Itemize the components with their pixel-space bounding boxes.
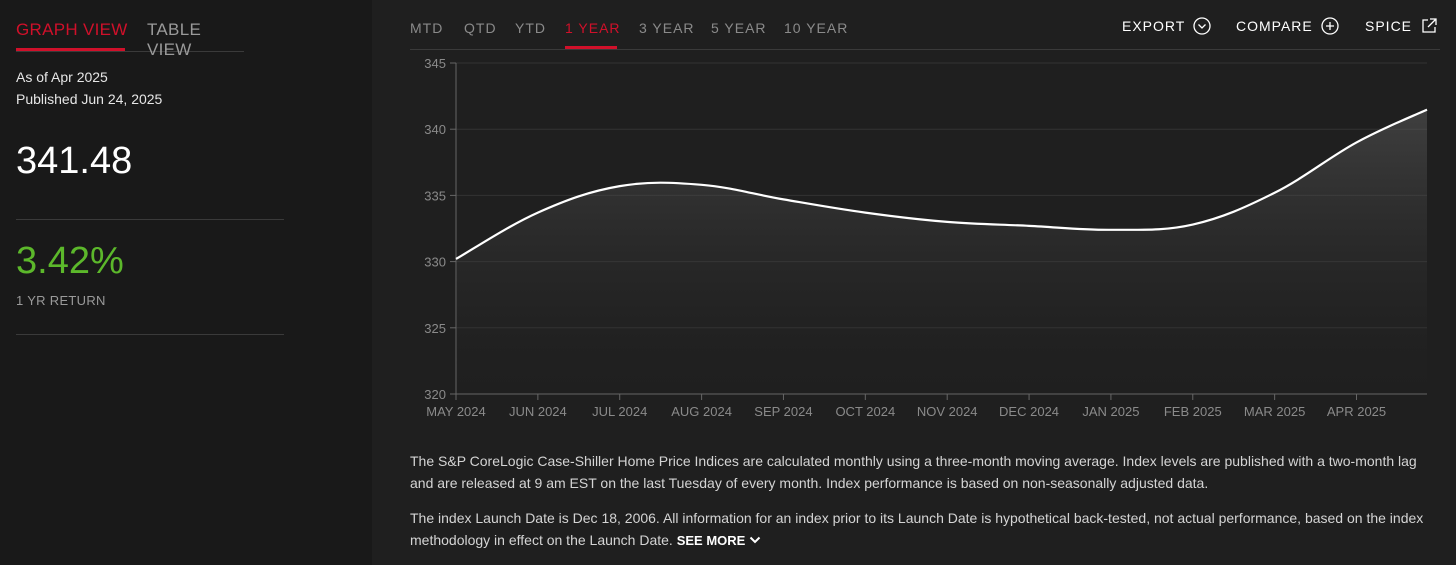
as-of-date: As of Apr 2025 bbox=[16, 69, 108, 85]
x-tick-label: MAR 2025 bbox=[1244, 404, 1305, 419]
x-tick-label: SEP 2024 bbox=[754, 404, 812, 419]
chevron-down-circle-icon bbox=[1193, 17, 1211, 35]
x-tick-label: JUN 2024 bbox=[509, 404, 567, 419]
x-tick-label: MAY 2024 bbox=[426, 404, 486, 419]
x-tick-label: NOV 2024 bbox=[917, 404, 978, 419]
export-button[interactable]: EXPORT bbox=[1122, 17, 1211, 35]
published-date: Published Jun 24, 2025 bbox=[16, 91, 163, 107]
spice-link[interactable]: SPICE bbox=[1365, 17, 1438, 35]
y-tick-label: 335 bbox=[424, 188, 446, 203]
active-tab-indicator bbox=[16, 48, 125, 51]
plus-circle-icon bbox=[1321, 17, 1339, 35]
price-chart: 320 325 330 335 340 345 MAY 2024 JUN 2024 JUL 20… bbox=[424, 56, 1428, 419]
y-tick-label: 345 bbox=[424, 56, 446, 71]
y-tick-label: 330 bbox=[424, 255, 446, 270]
x-tick-label: JUL 2024 bbox=[592, 404, 647, 419]
divider bbox=[16, 334, 284, 335]
sidebar: GRAPH VIEW TABLE VIEW As of Apr 2025 Pub… bbox=[0, 0, 372, 565]
x-tick-label: OCT 2024 bbox=[835, 404, 895, 419]
description-paragraph-1: The S&P CoreLogic Case-Shiller Home Pric… bbox=[410, 453, 1417, 491]
external-link-icon bbox=[1422, 18, 1437, 33]
y-tick-label: 320 bbox=[424, 387, 446, 402]
range-tab-ytd[interactable]: YTD bbox=[515, 20, 546, 36]
range-tab-5-year[interactable]: 5 YEAR bbox=[711, 20, 767, 36]
range-tab-3-year[interactable]: 3 YEAR bbox=[639, 20, 695, 36]
y-tick-label: 325 bbox=[424, 321, 446, 336]
see-more-link[interactable]: SEE MORE bbox=[677, 533, 761, 548]
tab-table-view[interactable]: TABLE VIEW bbox=[147, 20, 244, 60]
range-tab-mtd[interactable]: MTD bbox=[410, 20, 443, 36]
view-tabs: GRAPH VIEW TABLE VIEW bbox=[16, 18, 244, 59]
tab-graph-view[interactable]: GRAPH VIEW bbox=[16, 20, 128, 40]
range-tab-10-year[interactable]: 10 YEAR bbox=[784, 20, 848, 36]
spice-label: SPICE bbox=[1365, 18, 1413, 34]
x-tick-label: DEC 2024 bbox=[999, 404, 1059, 419]
return-label: 1 YR RETURN bbox=[16, 293, 106, 308]
main-panel: MTD QTD YTD 1 YEAR 3 YEAR 5 YEAR 10 YEAR… bbox=[372, 0, 1456, 565]
x-tick-label: FEB 2025 bbox=[1164, 404, 1222, 419]
chevron-down-icon bbox=[749, 536, 761, 544]
range-tab-qtd[interactable]: QTD bbox=[464, 20, 497, 36]
range-tab-1-year[interactable]: 1 YEAR bbox=[565, 20, 621, 36]
series-area bbox=[456, 109, 1427, 394]
index-value: 341.48 bbox=[16, 140, 133, 182]
return-value: 3.42% bbox=[16, 240, 124, 282]
y-tick-label: 340 bbox=[424, 122, 446, 137]
see-more-label: SEE MORE bbox=[676, 533, 746, 548]
x-tick-label: AUG 2024 bbox=[671, 404, 732, 419]
export-label: EXPORT bbox=[1122, 18, 1186, 34]
description-paragraph-2-text: The index Launch Date is Dec 18, 2006. A… bbox=[410, 510, 1424, 548]
x-tick-label: APR 2025 bbox=[1327, 404, 1386, 419]
description-paragraph-2: The index Launch Date is Dec 18, 2006. A… bbox=[410, 507, 1440, 552]
x-tick-label: JAN 2025 bbox=[1082, 404, 1139, 419]
divider bbox=[16, 219, 284, 220]
compare-label: COMPARE bbox=[1236, 18, 1313, 34]
compare-button[interactable]: COMPARE bbox=[1236, 17, 1339, 35]
